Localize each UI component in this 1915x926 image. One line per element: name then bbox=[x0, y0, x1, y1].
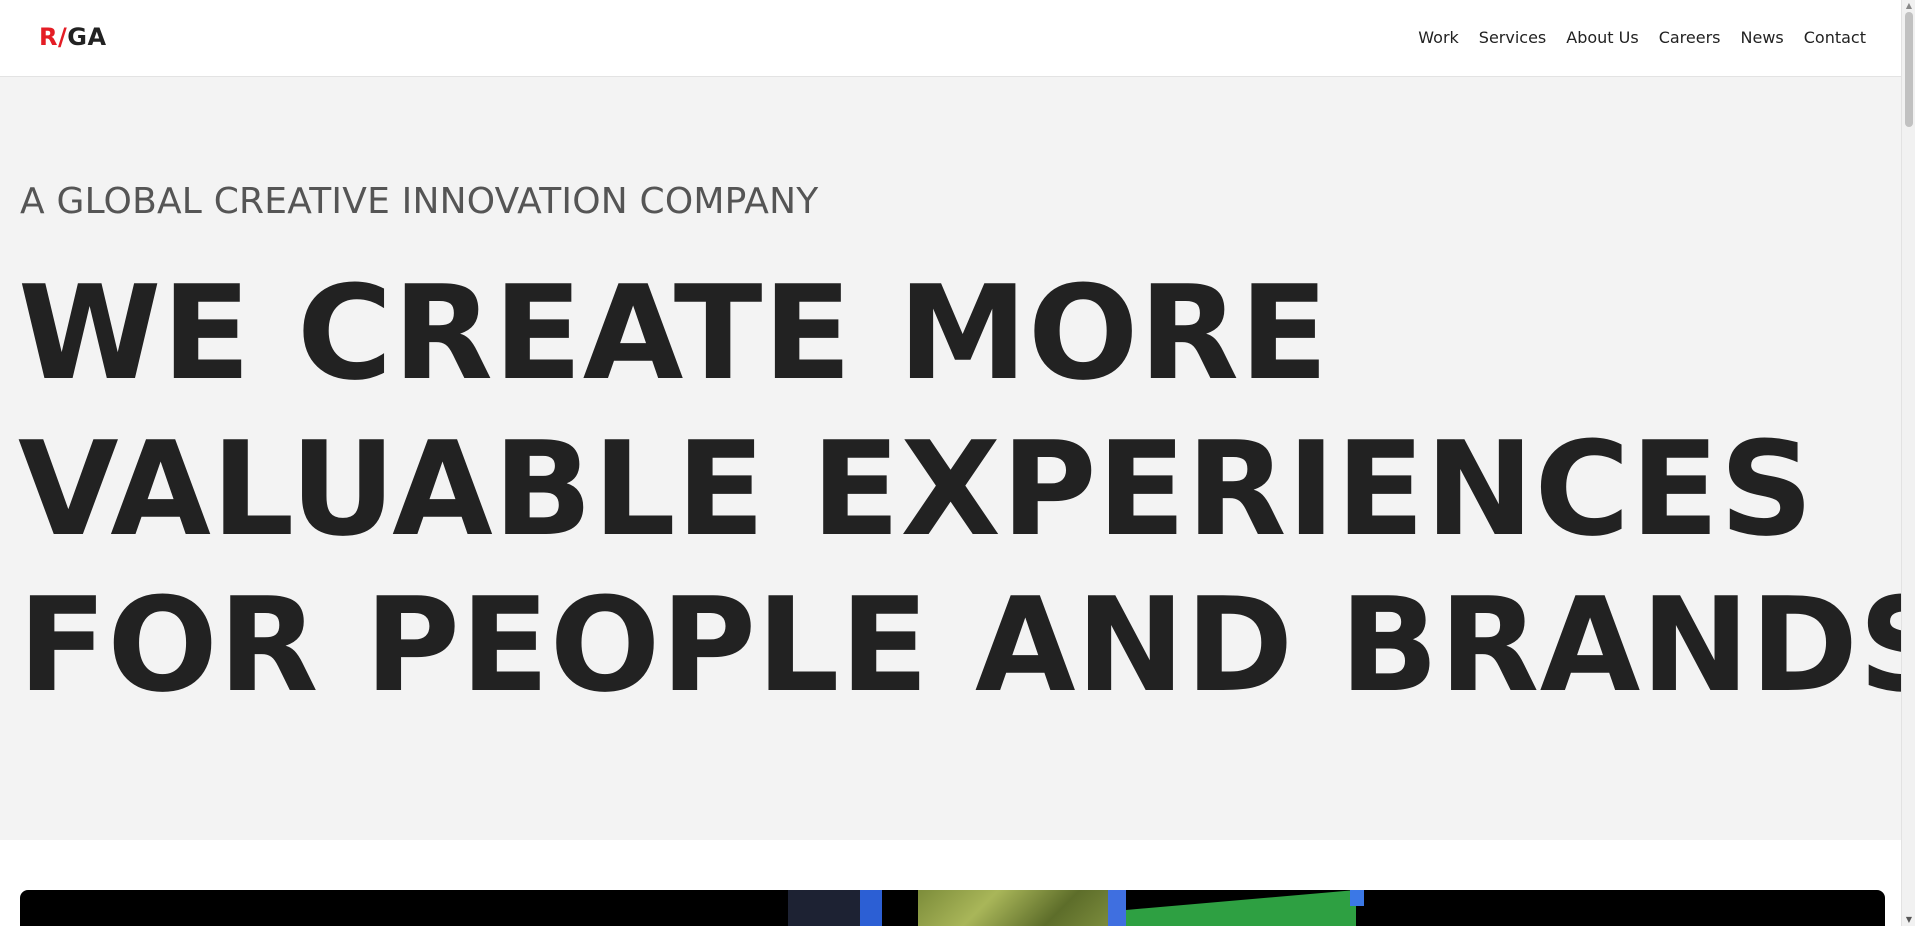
nav-link-work[interactable]: Work bbox=[1418, 26, 1459, 50]
main-nav: Work Services About Us Careers News Cont… bbox=[1418, 26, 1866, 50]
logo-ga: GA bbox=[67, 23, 107, 51]
hero-headline-line-1: WE CREATE MORE bbox=[18, 257, 1329, 409]
media-tile-blue-strip-2 bbox=[1108, 890, 1126, 926]
nav-link-about-us[interactable]: About Us bbox=[1566, 26, 1638, 50]
scrollbar-thumb[interactable] bbox=[1905, 12, 1913, 127]
featured-media-frame[interactable] bbox=[20, 890, 1885, 926]
hero-section: A GLOBAL CREATIVE INNOVATION COMPANY WE … bbox=[0, 77, 1915, 840]
hero-eyebrow: A GLOBAL CREATIVE INNOVATION COMPANY bbox=[20, 181, 819, 222]
logo-slash: / bbox=[57, 23, 68, 51]
media-tile-portrait bbox=[788, 890, 860, 926]
media-tile-blue-corner bbox=[1350, 890, 1364, 906]
nav-link-news[interactable]: News bbox=[1741, 26, 1784, 50]
triangle-down-icon[interactable]: ▼ bbox=[1902, 914, 1915, 926]
media-section bbox=[0, 840, 1901, 926]
hero-headline-line-2: VALUABLE EXPERIENCES bbox=[18, 413, 1814, 565]
triangle-up-icon[interactable]: ▲ bbox=[1902, 0, 1915, 12]
logo-r: R bbox=[39, 23, 58, 51]
hero-headline: WE CREATE MORE VALUABLE EXPERIENCES FOR … bbox=[18, 255, 1915, 723]
media-tile-green-panel bbox=[1126, 890, 1356, 926]
nav-link-contact[interactable]: Contact bbox=[1804, 26, 1866, 50]
media-tile-foliage bbox=[918, 890, 1108, 926]
page-scrollbar[interactable]: ▲ ▼ bbox=[1901, 0, 1915, 926]
media-tile-blue-strip bbox=[860, 890, 882, 926]
page: R / GA Work Services About Us Careers News… bbox=[0, 0, 1915, 926]
hero-headline-line-3: FOR PEOPLE AND BRANDS bbox=[18, 569, 1915, 721]
nav-link-services[interactable]: Services bbox=[1479, 26, 1546, 50]
site-header: R / GA Work Services About Us Careers News… bbox=[0, 0, 1901, 77]
nav-link-careers[interactable]: Careers bbox=[1659, 26, 1721, 50]
rga-logo[interactable]: R / GA bbox=[39, 23, 107, 51]
